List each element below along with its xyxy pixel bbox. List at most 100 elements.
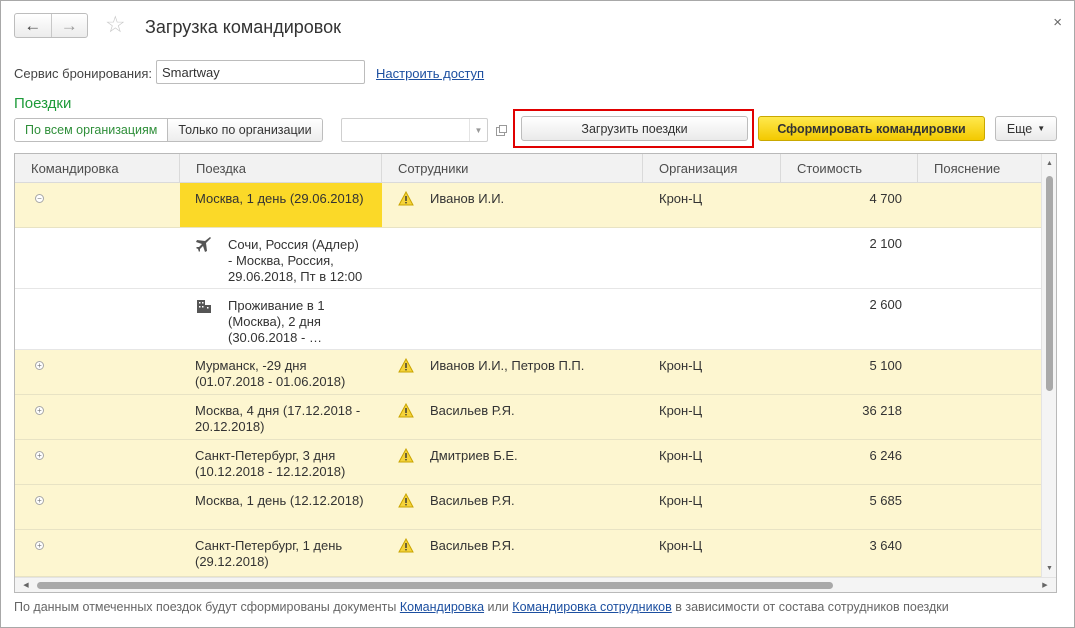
column-header-trip[interactable]: Поездка	[180, 154, 382, 183]
employees-trip-doc-link[interactable]: Командировка сотрудников	[512, 600, 672, 614]
favorite-star-icon[interactable]: ☆	[105, 13, 126, 36]
expand-icon[interactable]: +	[35, 451, 44, 460]
employees-text: Иванов И.И., Петров П.П.	[430, 358, 585, 373]
trip-cell: Москва, 1 день (29.06.2018)	[180, 183, 382, 227]
table-row[interactable]: + Санкт-Петербург, 1 день (29.12.2018) В…	[15, 530, 1042, 577]
expand-icon[interactable]: +	[35, 361, 44, 370]
employees-cell: Иванов И.И., Петров П.П.	[382, 350, 643, 394]
scroll-up-icon[interactable]: ▲	[1042, 156, 1056, 170]
table-row[interactable]: − Москва, 1 день (29.06.2018) Иванов И.И…	[15, 183, 1042, 228]
table-row[interactable]: + Москва, 4 дня (17.12.2018 - 20.12.2018…	[15, 395, 1042, 440]
footer-text: или	[484, 600, 513, 614]
expand-icon[interactable]: +	[35, 496, 44, 505]
horizontal-scrollbar[interactable]: ◀ ▶	[15, 577, 1056, 592]
footer-note: По данным отмеченных поездок будут сформ…	[14, 600, 949, 614]
column-header-organization[interactable]: Организация	[643, 154, 781, 183]
forward-button[interactable]: →	[50, 14, 88, 37]
vertical-scrollbar[interactable]: ▲ ▼	[1041, 154, 1056, 577]
arrow-left-icon: ←	[24, 16, 42, 35]
note-cell	[918, 485, 1042, 529]
warning-icon	[398, 493, 414, 508]
vertical-scroll-thumb[interactable]	[1046, 176, 1053, 391]
column-header-trip-doc[interactable]: Командировка	[15, 154, 180, 183]
caret-down-icon: ▼	[1037, 124, 1046, 133]
note-cell	[918, 440, 1042, 484]
note-cell	[918, 395, 1042, 439]
column-header-note[interactable]: Пояснение	[918, 154, 1042, 183]
warning-icon	[398, 538, 414, 553]
detail-text: Сочи, Россия (Адлер) - Москва, Россия, 2…	[228, 237, 363, 284]
trip-cell: Санкт-Петербург, 1 день (29.12.2018)	[195, 538, 343, 569]
expand-icon[interactable]: +	[35, 406, 44, 415]
trip-cell: Москва, 1 день (12.12.2018)	[195, 493, 364, 508]
cost-cell: 36 218	[862, 403, 902, 418]
open-organization-icon[interactable]	[491, 118, 511, 142]
detail-cell: Проживание в 1 (Москва), 2 дня (30.06.20…	[180, 289, 382, 349]
collapse-icon[interactable]: −	[35, 194, 44, 203]
employees-cell: Васильев Р.Я.	[382, 485, 643, 529]
organization-cell: Крон-Ц	[659, 538, 703, 553]
organization-cell: Крон-Ц	[659, 358, 703, 373]
table-row[interactable]: + Мурманск, -29 дня (01.07.2018 - 01.06.…	[15, 350, 1042, 395]
scroll-left-icon[interactable]: ◀	[19, 578, 33, 592]
table-row-detail[interactable]: Проживание в 1 (Москва), 2 дня (30.06.20…	[15, 289, 1042, 350]
warning-icon	[398, 191, 414, 206]
column-header-cost[interactable]: Стоимость	[781, 154, 918, 183]
table-row-detail[interactable]: Сочи, Россия (Адлер) - Москва, Россия, 2…	[15, 228, 1042, 289]
detail-cell: Сочи, Россия (Адлер) - Москва, Россия, 2…	[180, 228, 382, 288]
warning-icon	[398, 358, 414, 373]
detail-cost-cell: 2 100	[869, 236, 902, 251]
more-button-label: Еще	[1006, 121, 1033, 136]
scroll-down-icon[interactable]: ▼	[1042, 561, 1056, 575]
booking-service-input[interactable]	[156, 60, 365, 84]
load-trips-button[interactable]: Загрузить поездки	[521, 116, 748, 141]
booking-service-label: Сервис бронирования:	[14, 66, 153, 81]
employees-cell: Васильев Р.Я.	[382, 395, 643, 439]
filter-one-organization-button[interactable]: Только по организации	[167, 119, 322, 141]
hotel-icon	[197, 300, 211, 313]
scroll-right-icon[interactable]: ▶	[1038, 578, 1052, 592]
business-trip-doc-link[interactable]: Командировка	[400, 600, 484, 614]
detail-text: Проживание в 1 (Москва), 2 дня (30.06.20…	[228, 298, 325, 345]
footer-text: в зависимости от состава сотрудников пое…	[671, 600, 949, 614]
trip-cell: Санкт-Петербург, 3 дня (10.12.2018 - 12.…	[195, 448, 346, 479]
footer-text: По данным отмеченных поездок будут сформ…	[14, 600, 400, 614]
note-cell	[918, 530, 1042, 576]
note-cell	[918, 350, 1042, 394]
employees-text: Васильев Р.Я.	[430, 493, 515, 508]
employees-text: Иванов И.И.	[430, 191, 505, 206]
warning-icon	[398, 448, 414, 463]
dropdown-arrow-icon[interactable]: ▼	[469, 119, 487, 141]
employees-cell: Дмитриев Б.Е.	[382, 440, 643, 484]
app-window: ← → ☆ Загрузка командировок × Сервис бро…	[0, 0, 1075, 628]
table-header: Командировка Поездка Сотрудники Организа…	[15, 154, 1042, 183]
organization-cell: Крон-Ц	[659, 448, 703, 463]
navigation-buttons: ← →	[14, 13, 88, 38]
configure-access-link[interactable]: Настроить доступ	[376, 66, 484, 81]
table-row[interactable]: + Санкт-Петербург, 3 дня (10.12.2018 - 1…	[15, 440, 1042, 485]
horizontal-scroll-thumb[interactable]	[37, 582, 833, 589]
employees-cell: Иванов И.И.	[382, 183, 643, 227]
warning-icon	[398, 403, 414, 418]
employees-text: Васильев Р.Я.	[430, 538, 515, 553]
table-row[interactable]: + Москва, 1 день (12.12.2018) Васильев Р…	[15, 485, 1042, 530]
close-icon[interactable]: ×	[1053, 15, 1062, 30]
expand-icon[interactable]: +	[35, 541, 44, 550]
trips-table: Командировка Поездка Сотрудники Организа…	[14, 153, 1057, 593]
table-body: − Москва, 1 день (29.06.2018) Иванов И.И…	[15, 183, 1042, 577]
cost-cell: 4 700	[869, 191, 902, 206]
page-title: Загрузка командировок	[145, 17, 342, 37]
organization-select[interactable]: ▼	[341, 118, 488, 142]
detail-cost-cell: 2 600	[869, 297, 902, 312]
cost-cell: 6 246	[869, 448, 902, 463]
more-button[interactable]: Еще ▼	[995, 116, 1057, 141]
employees-text: Дмитриев Б.Е.	[430, 448, 518, 463]
trip-cell: Москва, 4 дня (17.12.2018 - 20.12.2018)	[195, 403, 361, 434]
back-button[interactable]: ←	[15, 14, 51, 37]
trip-text: Москва, 1 день (29.06.2018)	[195, 191, 364, 206]
note-cell	[918, 183, 1042, 227]
filter-all-organizations-button[interactable]: По всем организациям	[15, 119, 168, 141]
column-header-employees[interactable]: Сотрудники	[382, 154, 643, 183]
create-business-trips-button[interactable]: Сформировать командировки	[758, 116, 985, 141]
cost-cell: 5 685	[869, 493, 902, 508]
